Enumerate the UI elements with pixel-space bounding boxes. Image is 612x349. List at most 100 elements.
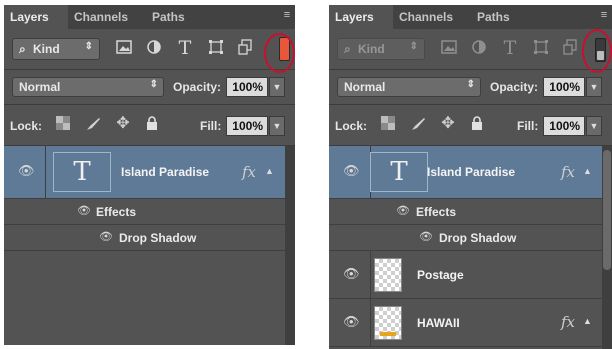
highlight-callout bbox=[582, 29, 612, 73]
lock-transparent-icon[interactable] bbox=[54, 116, 72, 134]
expand-triangle-icon[interactable]: ▲ bbox=[265, 166, 274, 176]
opacity-dropdown-button[interactable]: ▼ bbox=[586, 77, 602, 97]
adjustment-filter-icon[interactable] bbox=[144, 39, 164, 59]
blend-mode-value: Normal bbox=[19, 80, 61, 94]
eye-icon[interactable]: 👁 bbox=[343, 266, 360, 282]
opacity-label: Opacity: bbox=[490, 80, 539, 94]
pixel-filter-icon[interactable] bbox=[114, 39, 134, 59]
lock-label: Lock: bbox=[10, 119, 43, 133]
filter-row: ⌕ Kind ⇕ T bbox=[4, 29, 295, 70]
layers-panel-filter-off: Layers Channels Paths ≡ ⌕ Kind ⇕ T Norma… bbox=[329, 5, 612, 349]
updown-arrow-icon: ⇕ bbox=[466, 79, 475, 90]
divider bbox=[370, 251, 371, 298]
drop-shadow-row[interactable]: 👁 Drop Shadow bbox=[4, 225, 285, 251]
panel-menu-icon[interactable]: ≡ bbox=[280, 9, 294, 21]
updown-arrow-icon: ⇕ bbox=[409, 41, 418, 52]
effects-row[interactable]: 👁 Effects bbox=[4, 199, 285, 225]
shape-filter-icon[interactable] bbox=[531, 39, 551, 59]
divider bbox=[45, 146, 46, 198]
layer-name: Postage bbox=[417, 268, 464, 282]
updown-arrow-icon: ⇕ bbox=[149, 79, 158, 90]
scrollbar-thumb[interactable] bbox=[603, 150, 611, 270]
adjustment-filter-icon[interactable] bbox=[469, 39, 489, 59]
lock-all-icon[interactable] bbox=[143, 116, 161, 134]
expand-triangle-icon[interactable]: ▲ bbox=[583, 166, 592, 176]
fx-icon[interactable]: fx bbox=[242, 163, 256, 181]
layers-list: 👁 T Island Paradise fx ▲ 👁 Effects 👁 Dro… bbox=[4, 146, 295, 345]
blend-mode-select[interactable]: Normal ⇕ bbox=[12, 77, 164, 97]
filter-kind-select[interactable]: ⌕ Kind ⇕ bbox=[337, 38, 425, 60]
opacity-dropdown-button[interactable]: ▼ bbox=[269, 77, 285, 97]
layer-name: Island Paradise bbox=[121, 165, 210, 179]
lock-row: Lock: ✥ Fill: 100% ▼ bbox=[329, 105, 612, 146]
opacity-label: Opacity: bbox=[173, 80, 222, 94]
lock-transparent-icon[interactable] bbox=[379, 116, 397, 134]
search-icon: ⌕ bbox=[344, 42, 351, 56]
panel-tab-bar: Layers Channels Paths ≡ bbox=[4, 5, 295, 29]
eye-icon[interactable]: 👁 bbox=[343, 314, 360, 330]
tab-paths[interactable]: Paths bbox=[146, 5, 198, 29]
lock-label: Lock: bbox=[335, 119, 368, 133]
tab-channels[interactable]: Channels bbox=[393, 5, 471, 29]
fx-icon[interactable]: fx bbox=[561, 313, 575, 331]
layer-row-postage[interactable]: 👁 Postage bbox=[329, 251, 602, 299]
scrollbar[interactable] bbox=[285, 146, 295, 345]
fill-input[interactable]: 100% bbox=[543, 116, 585, 136]
blend-row: Normal ⇕ Opacity: 100% ▼ bbox=[4, 70, 295, 105]
fill-dropdown-button[interactable]: ▼ bbox=[586, 116, 602, 136]
lock-move-icon[interactable]: ✥ bbox=[114, 115, 132, 133]
search-icon: ⌕ bbox=[19, 42, 26, 56]
shape-filter-icon[interactable] bbox=[206, 39, 226, 59]
postage-layer-thumbnail bbox=[374, 258, 402, 292]
fill-dropdown-button[interactable]: ▼ bbox=[269, 116, 285, 136]
tab-paths[interactable]: Paths bbox=[471, 5, 523, 29]
fx-icon[interactable]: fx bbox=[561, 163, 575, 181]
filter-kind-label: Kind bbox=[33, 42, 60, 56]
panel-tab-bar: Layers Channels Paths ≡ bbox=[329, 5, 612, 29]
eye-icon[interactable]: 👁 bbox=[18, 163, 35, 179]
effects-row[interactable]: 👁 Effects bbox=[329, 199, 602, 225]
lock-row: Lock: ✥ Fill: 100% ▼ bbox=[4, 105, 295, 146]
scrollbar[interactable] bbox=[602, 146, 612, 349]
layer-row-island-paradise[interactable]: 👁 T Island Paradise fx ▲ bbox=[4, 146, 285, 199]
opacity-input[interactable]: 100% bbox=[543, 77, 585, 97]
thumbnail-content bbox=[380, 332, 396, 336]
tab-channels[interactable]: Channels bbox=[68, 5, 146, 29]
expand-triangle-icon[interactable]: ▲ bbox=[583, 316, 592, 326]
opacity-input[interactable]: 100% bbox=[226, 77, 268, 97]
eye-icon[interactable]: 👁 bbox=[419, 230, 433, 243]
tab-layers[interactable]: Layers bbox=[4, 5, 68, 29]
drop-shadow-label: Drop Shadow bbox=[439, 231, 517, 245]
eye-icon[interactable]: 👁 bbox=[77, 204, 91, 217]
filter-kind-select[interactable]: ⌕ Kind ⇕ bbox=[12, 38, 100, 60]
type-filter-icon[interactable]: T bbox=[175, 38, 195, 58]
hawaii-layer-thumbnail bbox=[374, 306, 402, 340]
eye-icon[interactable]: 👁 bbox=[343, 163, 360, 179]
filter-row: ⌕ Kind ⇕ T bbox=[329, 29, 612, 70]
eye-icon[interactable]: 👁 bbox=[99, 230, 113, 243]
layers-panel-filter-on: Layers Channels Paths ≡ ⌕ Kind ⇕ T Norma… bbox=[4, 5, 295, 345]
drop-shadow-row[interactable]: 👁 Drop Shadow bbox=[329, 225, 602, 251]
layers-list: 👁 T Island Paradise fx ▲ 👁 Effects 👁 Dro… bbox=[329, 146, 612, 349]
highlight-callout bbox=[264, 33, 295, 73]
lock-brush-icon[interactable] bbox=[409, 116, 427, 134]
type-layer-thumbnail: T bbox=[370, 152, 428, 192]
fill-label: Fill: bbox=[517, 119, 539, 133]
layer-row-island-paradise[interactable]: 👁 T Island Paradise fx ▲ bbox=[329, 146, 602, 199]
pixel-filter-icon[interactable] bbox=[439, 39, 459, 59]
layer-row-hawaii[interactable]: 👁 HAWAII fx ▲ bbox=[329, 299, 602, 347]
lock-all-icon[interactable] bbox=[468, 116, 486, 134]
type-layer-thumbnail: T bbox=[53, 152, 111, 192]
type-filter-icon[interactable]: T bbox=[500, 38, 520, 58]
panel-menu-icon[interactable]: ≡ bbox=[597, 9, 611, 21]
eye-icon[interactable]: 👁 bbox=[396, 204, 410, 217]
tab-layers[interactable]: Layers bbox=[329, 5, 393, 29]
fill-input[interactable]: 100% bbox=[226, 116, 268, 136]
lock-move-icon[interactable]: ✥ bbox=[439, 115, 457, 133]
filter-kind-label: Kind bbox=[358, 42, 385, 56]
smart-object-filter-icon[interactable] bbox=[236, 39, 256, 59]
updown-arrow-icon: ⇕ bbox=[84, 41, 93, 52]
blend-mode-select[interactable]: Normal ⇕ bbox=[337, 77, 481, 97]
lock-brush-icon[interactable] bbox=[84, 116, 102, 134]
smart-object-filter-icon[interactable] bbox=[561, 39, 581, 59]
